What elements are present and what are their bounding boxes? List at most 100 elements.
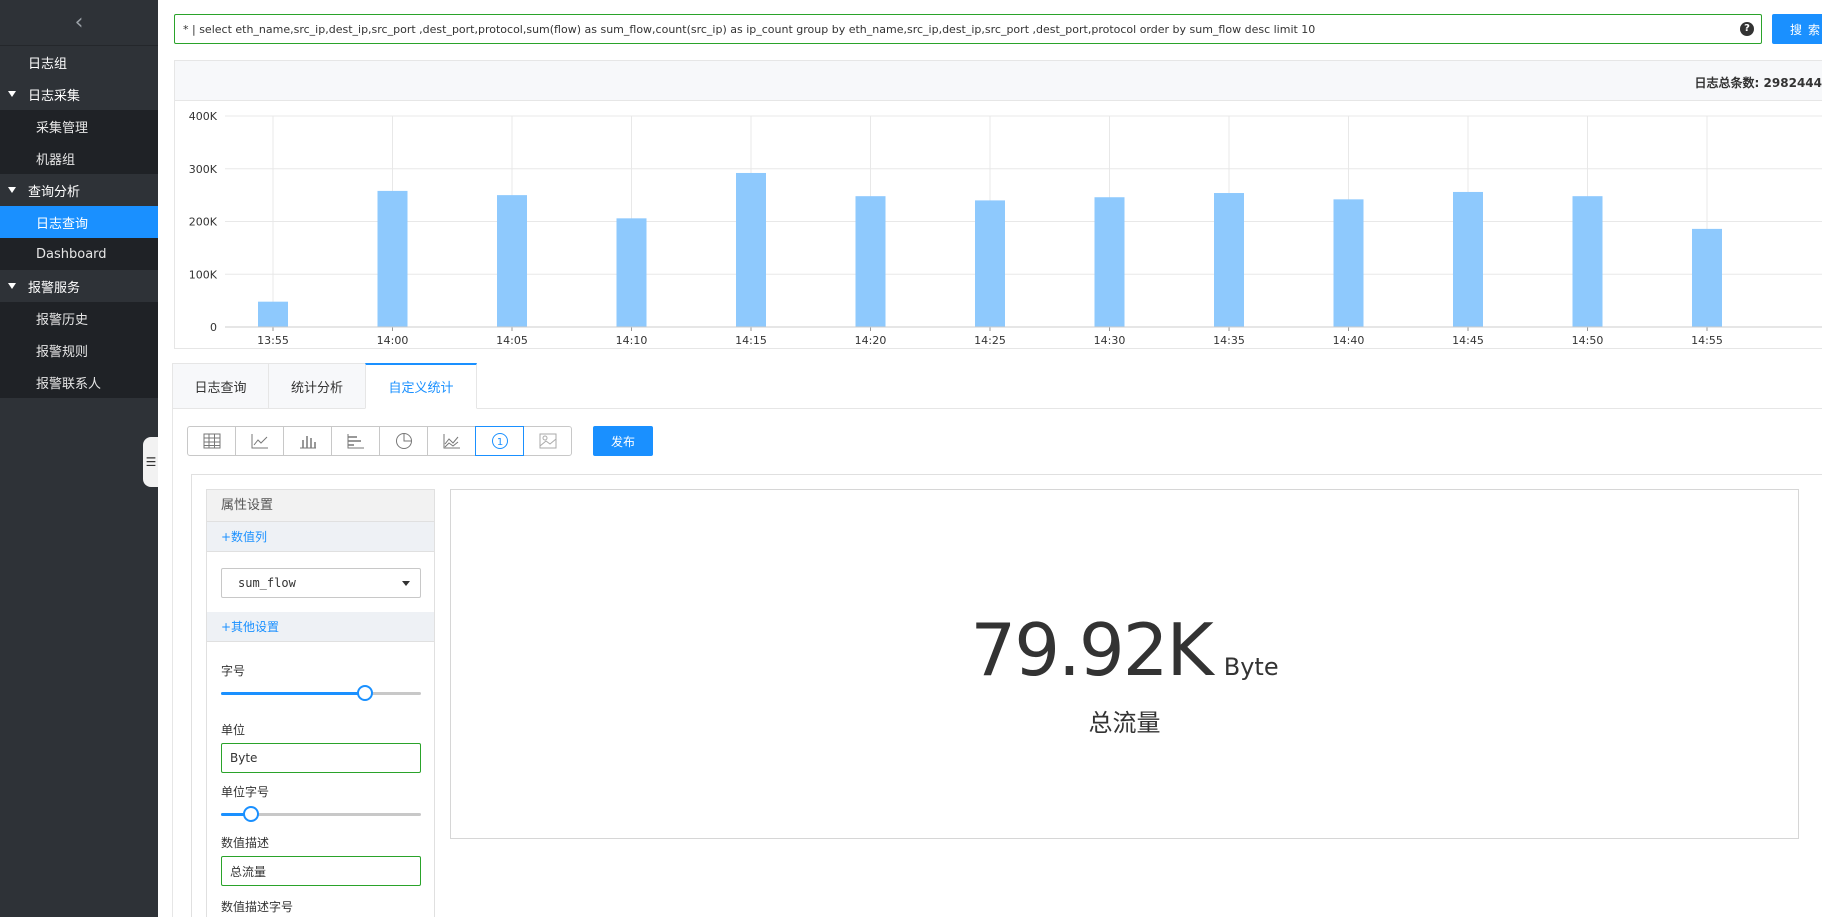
chart-type-number-button[interactable]: 1 (475, 426, 524, 456)
publish-button[interactable]: 发布 (593, 426, 653, 456)
font-size-slider[interactable] (221, 685, 421, 701)
selected-column-value: sum_flow (238, 576, 296, 590)
y-tick-label: 300K (189, 163, 218, 176)
sidebar-item-label: 报警联系人 (36, 376, 102, 392)
chart-type-area-button[interactable] (427, 426, 476, 456)
sidebar-item-label: 报警规则 (36, 344, 89, 360)
y-tick-label: 400K (189, 110, 218, 123)
area-chart-icon (443, 434, 460, 449)
sidebar-item-collection-management[interactable]: 采集管理 (0, 110, 158, 142)
x-tick-label: 14:05 (496, 334, 528, 347)
chevron-left-icon: ‹ (74, 10, 84, 35)
histogram-bar (616, 218, 647, 327)
caret-down-icon (8, 283, 16, 289)
font-size-label: 字号 (221, 664, 246, 678)
caret-down-icon (8, 187, 16, 193)
sidebar-group-alert-service[interactable]: 报警服务 (0, 270, 158, 302)
slider-thumb[interactable] (243, 806, 259, 822)
x-tick-label: 14:20 (855, 334, 887, 347)
search-button[interactable]: 搜索 (1772, 14, 1822, 44)
x-tick-label: 14:45 (1452, 334, 1484, 347)
custom-statistics-panel: 1 发布 属性设置 +数值列 sum_flow +其他设置 字号 单位 Byte… (172, 409, 1822, 917)
value-column-section[interactable]: +数值列 (207, 522, 434, 552)
sidebar-item-machine-group[interactable]: 机器组 (0, 142, 158, 174)
sidebar-item-label: 报警服务 (28, 280, 81, 296)
y-tick-label: 0 (210, 321, 217, 334)
caret-down-icon (8, 91, 16, 97)
number-preview: 79.92K Byte 总流量 (450, 489, 1799, 839)
value-desc-input[interactable] (221, 856, 421, 886)
sidebar-item-dashboard[interactable]: Dashboard (0, 238, 158, 270)
slider-fill (221, 692, 365, 695)
sidebar-item-log-group[interactable]: 日志组 (0, 46, 158, 78)
chart-type-line-button[interactable] (235, 426, 284, 456)
y-tick-label: 200K (189, 216, 218, 229)
sidebar-item-label: 报警历史 (36, 312, 89, 328)
histogram-bar (258, 301, 288, 327)
histogram-header: 日志总条数: 2982444 (175, 61, 1822, 101)
total-log-count: 日志总条数: 2982444 (1695, 74, 1822, 91)
sidebar-item-label: 日志采集 (28, 88, 81, 104)
sidebar-item-label: 采集管理 (36, 120, 89, 136)
tab-statistics[interactable]: 统计分析 (268, 363, 366, 409)
histogram-bar (1094, 197, 1125, 327)
histogram-bar (1692, 228, 1722, 327)
histogram-bar (1572, 196, 1603, 327)
histogram-bar (975, 200, 1005, 327)
chart-type-map-button[interactable] (523, 426, 572, 456)
chart-type-pie-button[interactable] (379, 426, 428, 456)
sidebar: ‹ 日志组 日志采集 采集管理 机器组 查询分析 日志查询 Dashboard … (0, 0, 159, 917)
chart-config-area: 属性设置 +数值列 sum_flow +其他设置 字号 单位 Byte 单位字号… (191, 474, 1822, 917)
attribute-panel: 属性设置 +数值列 sum_flow +其他设置 字号 单位 Byte 单位字号… (206, 489, 435, 917)
histogram-panel: 日志总条数: 2982444 0 100K 200K 300K 400K 13:55 14:… (174, 60, 1822, 349)
other-settings-section[interactable]: +其他设置 (207, 612, 434, 642)
sidebar-group-query-analysis[interactable]: 查询分析 (0, 174, 158, 206)
tab-label: 日志查询 (194, 380, 247, 396)
help-icon[interactable]: ? (1740, 22, 1754, 36)
sidebar-item-log-query[interactable]: 日志查询 (0, 206, 158, 238)
tab-custom-statistics[interactable]: 自定义统计 (365, 363, 477, 409)
sidebar-item-alert-contacts[interactable]: 报警联系人 (0, 366, 158, 398)
sidebar-item-label: 机器组 (36, 152, 76, 168)
sidebar-item-label: Dashboard (36, 246, 107, 262)
slider-thumb[interactable] (357, 685, 373, 701)
x-tick-label: 13:55 (257, 334, 289, 347)
unit-font-size-label: 单位字号 (221, 785, 270, 799)
histogram-bar (497, 195, 527, 327)
main-content: ? 搜索 日志总条数: 2982444 0 100K 200K 300K 400K 13:… (158, 0, 1822, 917)
svg-text:1: 1 (496, 437, 502, 448)
line-chart-icon (251, 434, 268, 449)
total-count-value: 2982444 (1763, 76, 1822, 90)
total-count-label: 日志总条数: (1694, 76, 1760, 90)
pie-chart-icon (395, 433, 412, 449)
sidebar-group-log-collection[interactable]: 日志采集 (0, 78, 158, 110)
histogram-bar (855, 196, 886, 327)
number-display-icon: 1 (491, 433, 508, 449)
x-tick-label: 14:50 (1572, 334, 1604, 347)
chart-type-bar-button[interactable] (283, 426, 332, 456)
tab-log-query[interactable]: 日志查询 (172, 363, 269, 409)
sidebar-fold-handle[interactable]: ☰ (143, 437, 159, 487)
chart-type-table-button[interactable] (187, 426, 236, 456)
x-tick-label: 14:40 (1333, 334, 1365, 347)
query-input[interactable] (174, 14, 1762, 44)
other-settings-body: 字号 单位 单位字号 (207, 662, 434, 915)
search-bar: ? 搜索 (174, 14, 1822, 44)
x-tick-label: 14:30 (1094, 334, 1126, 347)
preview-value: 79.92K (970, 608, 1213, 692)
menu-fold-icon: ☰ (145, 455, 157, 469)
unit-input[interactable] (221, 743, 421, 773)
histogram-bar (1453, 191, 1483, 327)
value-column-select[interactable]: sum_flow (221, 568, 421, 598)
sidebar-item-alert-rules[interactable]: 报警规则 (0, 334, 158, 366)
sidebar-collapse-button[interactable]: ‹ (0, 0, 158, 46)
tab-label: 统计分析 (290, 380, 343, 396)
sidebar-item-label: 日志组 (28, 56, 68, 72)
sidebar-item-alert-history[interactable]: 报警历史 (0, 302, 158, 334)
sidebar-item-label: 查询分析 (28, 184, 81, 200)
chart-type-horizontal-bar-button[interactable] (331, 426, 380, 456)
value-desc-font-size-label: 数值描述字号 (221, 900, 294, 914)
unit-font-size-slider[interactable] (221, 806, 421, 822)
preview-unit: Byte (1223, 653, 1279, 681)
horizontal-bar-icon (347, 434, 364, 449)
